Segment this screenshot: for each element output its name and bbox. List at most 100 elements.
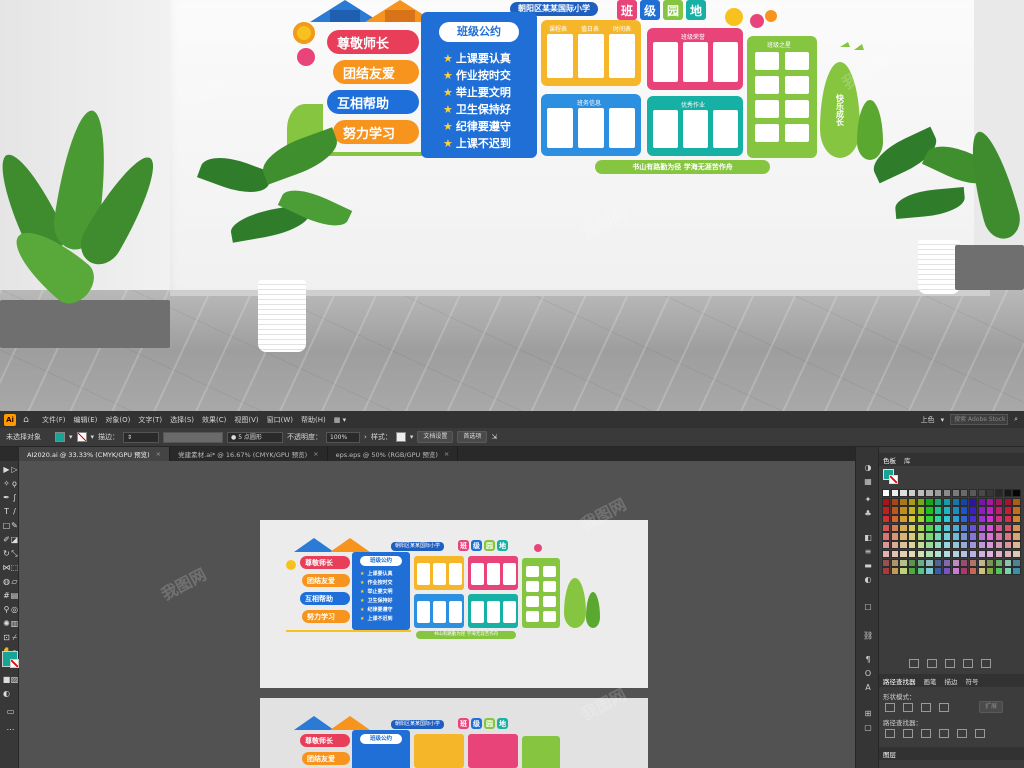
new-swatch-icon[interactable] <box>963 659 973 668</box>
swatch[interactable] <box>951 489 960 498</box>
current-stroke-swatch[interactable] <box>889 475 898 484</box>
menu-object[interactable]: 对象(O) <box>101 415 134 425</box>
graphic-style-swatch[interactable] <box>395 432 406 442</box>
fill-color-swatch[interactable] <box>55 432 65 442</box>
stroke-color-swatch[interactable] <box>76 432 87 442</box>
swatch[interactable] <box>908 497 917 506</box>
swatch[interactable] <box>916 506 925 515</box>
menu-window[interactable]: 窗口(W) <box>263 415 297 425</box>
swatch[interactable] <box>925 541 934 550</box>
swatch[interactable] <box>916 541 925 550</box>
swatch[interactable] <box>951 532 960 541</box>
swatch[interactable] <box>908 515 917 524</box>
tab-libraries[interactable]: 库 <box>904 455 911 465</box>
swatch[interactable] <box>925 558 934 567</box>
swatch[interactable] <box>942 497 951 506</box>
document-tab[interactable]: 党建素材.ai* @ 16.67% (CMYK/GPU 预览) × <box>170 447 328 461</box>
menu-view[interactable]: 视图(V) <box>230 415 262 425</box>
swatch[interactable] <box>908 558 917 567</box>
stock-search-input[interactable]: 搜索 Adobe Stock <box>950 414 1009 425</box>
swatch[interactable] <box>934 532 943 541</box>
library-icon[interactable] <box>909 659 919 668</box>
swatch[interactable] <box>882 567 891 576</box>
swatch[interactable] <box>925 506 934 515</box>
curvature-icon[interactable]: ∫ <box>10 493 19 502</box>
paintbrush-icon[interactable]: ✎ <box>10 521 19 530</box>
swatch[interactable] <box>994 489 1004 498</box>
swatch[interactable] <box>1012 567 1021 576</box>
exclude-icon[interactable] <box>939 703 949 712</box>
swatch[interactable] <box>1003 489 1012 498</box>
swatch[interactable] <box>960 497 969 506</box>
swatch[interactable] <box>968 549 978 558</box>
perspective-icon[interactable]: ▱ <box>10 577 19 586</box>
swatch[interactable] <box>986 567 995 576</box>
swatch[interactable] <box>1012 489 1021 498</box>
swatch[interactable] <box>951 541 960 550</box>
swatch[interactable] <box>890 567 899 576</box>
swatch[interactable] <box>951 558 960 567</box>
swatch[interactable] <box>968 541 978 550</box>
swatch[interactable] <box>968 532 978 541</box>
home-icon[interactable]: ⌂ <box>20 414 32 426</box>
swatch[interactable] <box>968 489 978 498</box>
swatch[interactable] <box>986 558 995 567</box>
swatch[interactable] <box>890 489 899 498</box>
swatch[interactable] <box>882 497 891 506</box>
swatch[interactable] <box>977 558 986 567</box>
swatch[interactable] <box>908 489 917 498</box>
slice-tool-icon[interactable]: ⌿ <box>10 633 19 642</box>
swatch[interactable] <box>951 506 960 515</box>
swatch[interactable] <box>908 541 917 550</box>
document-setup-button[interactable]: 文档设置 <box>417 431 454 443</box>
stroke-panel-icon[interactable]: ≡ <box>863 547 873 557</box>
variable-width-profile[interactable] <box>163 431 224 443</box>
swatch[interactable] <box>882 506 891 515</box>
swatch[interactable] <box>942 558 951 567</box>
swatch[interactable] <box>942 523 951 532</box>
menu-type[interactable]: 文字(T) <box>134 415 166 425</box>
intersect-icon[interactable] <box>921 703 931 712</box>
swatch[interactable] <box>986 515 995 524</box>
swatch[interactable] <box>968 558 978 567</box>
menu-edit[interactable]: 编辑(E) <box>70 415 102 425</box>
swatch[interactable] <box>908 532 917 541</box>
close-icon[interactable]: × <box>156 450 161 458</box>
swatch[interactable] <box>882 541 891 550</box>
swatch[interactable] <box>890 549 899 558</box>
swatch[interactable] <box>994 523 1004 532</box>
swatch[interactable] <box>1003 506 1012 515</box>
swatch[interactable] <box>951 549 960 558</box>
symbols-icon[interactable]: ♣ <box>863 509 873 519</box>
gradient-panel-icon[interactable]: ▬ <box>863 561 873 571</box>
swatch[interactable] <box>908 506 917 515</box>
swatch[interactable] <box>1012 549 1021 558</box>
swatch[interactable] <box>977 489 986 498</box>
chevron-down-icon[interactable]: ▾ <box>941 416 945 424</box>
swatch[interactable] <box>934 523 943 532</box>
tab-symbols[interactable]: 符号 <box>966 676 979 686</box>
swatch[interactable] <box>942 567 951 576</box>
swatch[interactable] <box>925 523 934 532</box>
swatch[interactable] <box>977 523 986 532</box>
swatch[interactable] <box>882 515 891 524</box>
crop-icon[interactable] <box>939 729 949 738</box>
graphic-styles-icon[interactable]: ◧ <box>863 533 873 543</box>
swatch[interactable] <box>994 532 1004 541</box>
artboard[interactable]: 朝阳区某某国际小学 班 级 园 地 尊敬师长 团结友爱 班级公约 <box>260 698 648 768</box>
swatch[interactable] <box>986 541 995 550</box>
swatch[interactable] <box>942 489 951 498</box>
swatch[interactable] <box>1003 515 1012 524</box>
chevron-down-icon[interactable]: ▾ <box>91 433 95 441</box>
swatch[interactable] <box>890 558 899 567</box>
swatch[interactable] <box>994 515 1004 524</box>
swatch[interactable] <box>934 549 943 558</box>
swatch[interactable] <box>908 567 917 576</box>
swatch[interactable] <box>960 506 969 515</box>
swatch[interactable] <box>890 515 899 524</box>
swatch[interactable] <box>994 558 1004 567</box>
line-tool-icon[interactable]: / <box>10 507 19 516</box>
swatch[interactable] <box>1012 541 1021 550</box>
chevron-right-icon[interactable]: › <box>364 433 367 441</box>
swatch[interactable] <box>934 567 943 576</box>
